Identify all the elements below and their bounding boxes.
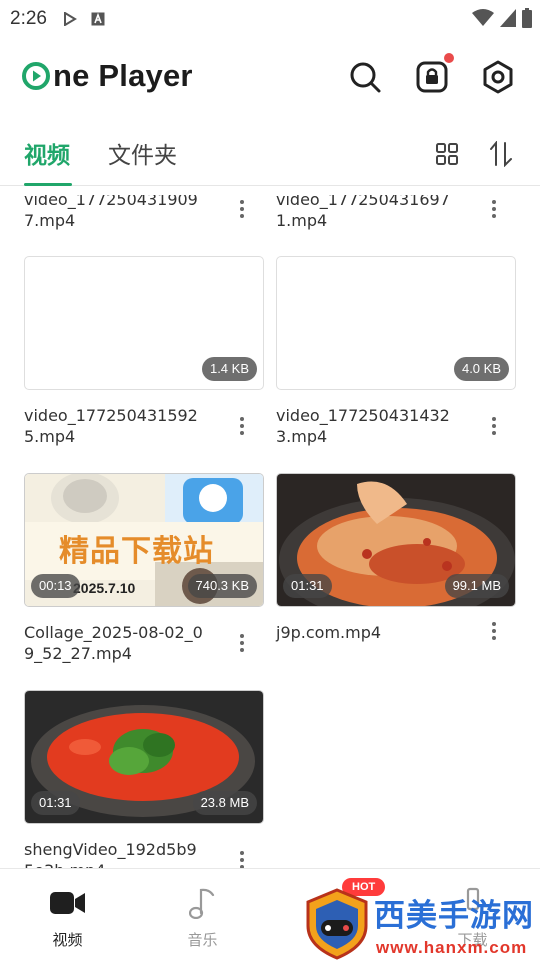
video-thumbnail[interactable]: 精品下载站 2025.7.10 00:13 740.3 KB (24, 473, 264, 607)
duration-badge: 00:13 (31, 574, 80, 598)
tab-indicator (24, 183, 72, 186)
nav-label-music: 音乐 (187, 931, 218, 949)
duration-badge: 01:31 (31, 791, 80, 815)
video-thumbnail[interactable]: 4.0 KB (276, 256, 516, 390)
file-size-badge: 740.3 KB (187, 574, 257, 598)
search-icon (350, 62, 381, 93)
more-vertical-icon (492, 200, 496, 218)
more-vertical-icon (240, 200, 244, 218)
watermark-url: www.hanxm.com (376, 938, 528, 957)
thumbnail-caption: 精品下载站 (59, 534, 214, 569)
status-time: 2:26 (10, 8, 47, 29)
sort-icon (490, 141, 512, 167)
file-size-badge: 1.4 KB (201, 357, 257, 381)
search-button[interactable] (346, 58, 384, 96)
file-size-badge: 4.0 KB (453, 357, 509, 381)
video-card[interactable]: 01:31 99.1 MB j9p.com.mp4 (276, 473, 516, 642)
more-vertical-icon (240, 851, 244, 869)
wifi-icon (472, 9, 494, 31)
video-name: video_1772504315925.mp4 (24, 406, 198, 446)
more-options-button[interactable] (230, 848, 254, 869)
video-name: video_1772504316971.mp4 (276, 190, 450, 230)
settings-button[interactable] (479, 58, 517, 96)
more-options-button[interactable] (482, 197, 506, 221)
video-thumbnail[interactable]: 01:31 99.1 MB (276, 473, 516, 607)
tab-bar: 视频 文件夹 (0, 126, 540, 186)
duration-badge: 01:31 (283, 574, 332, 598)
file-size-badge: 99.1 MB (444, 574, 509, 598)
grid-view-button[interactable] (433, 140, 461, 168)
grid-view-icon (436, 143, 458, 165)
lock-icon (416, 61, 448, 93)
video-thumbnail[interactable]: 1.4 KB (24, 256, 264, 390)
settings-hexagon-icon (483, 60, 513, 94)
video-name: video_1772504314323.mp4 (276, 406, 450, 446)
more-options-button[interactable] (230, 197, 254, 221)
app-logo: ne Player (22, 58, 193, 94)
video-name: video_1772504319097.mp4 (24, 190, 198, 230)
nav-videos[interactable]: 视频 (0, 869, 135, 960)
video-thumbnail[interactable]: 01:31 23.8 MB (24, 690, 264, 824)
watermark-text: 西美手游网 (374, 898, 534, 934)
logo-play-icon (22, 62, 50, 90)
video-name: shengVideo_192d5b95e3b.mp4 (24, 840, 197, 869)
signal-icon (500, 9, 516, 31)
site-watermark: 西美手游网 www.hanxm.com (300, 886, 540, 960)
more-vertical-icon (240, 634, 244, 652)
more-vertical-icon (492, 622, 496, 640)
status-bar: 2:26 (0, 0, 540, 38)
tab-folders[interactable]: 文件夹 (108, 136, 177, 170)
font-notification-icon (89, 10, 107, 28)
nav-music[interactable]: 音乐 (135, 869, 270, 960)
nav-label-videos: 视频 (52, 931, 83, 949)
music-note-icon (185, 887, 221, 919)
video-card[interactable]: 01:31 23.8 MB shengVideo_192d5b95e3b.mp4 (24, 690, 264, 869)
watermark-shield-logo (306, 888, 368, 960)
more-options-button[interactable] (482, 619, 506, 643)
file-size-badge: 23.8 MB (192, 791, 257, 815)
sort-button[interactable] (487, 140, 515, 168)
notification-dot (444, 53, 454, 63)
more-vertical-icon (240, 417, 244, 435)
private-vault-button[interactable] (413, 53, 454, 96)
battery-icon (522, 8, 532, 32)
app-header: ne Player (0, 40, 540, 116)
video-card[interactable]: 精品下载站 2025.7.10 00:13 740.3 KB Collage_2… (24, 473, 264, 663)
video-camera-icon (49, 887, 86, 919)
app-name: ne Player (53, 58, 193, 93)
tab-videos[interactable]: 视频 (24, 136, 70, 170)
more-options-button[interactable] (230, 414, 254, 438)
play-store-icon (61, 10, 79, 28)
video-grid: video_1772504319097.mp4 video_1772504316… (0, 187, 540, 869)
more-options-button[interactable] (230, 631, 254, 655)
video-name: Collage_2025-08-02_09_52_27.mp4 (24, 623, 203, 663)
video-card[interactable]: 4.0 KB video_1772504314323.mp4 (276, 256, 516, 446)
thumbnail-date: 2025.7.10 (73, 580, 136, 596)
video-name: j9p.com.mp4 (276, 623, 382, 642)
more-options-button[interactable] (482, 414, 506, 438)
more-vertical-icon (492, 417, 496, 435)
video-card[interactable]: 1.4 KB video_1772504315925.mp4 (24, 256, 264, 446)
